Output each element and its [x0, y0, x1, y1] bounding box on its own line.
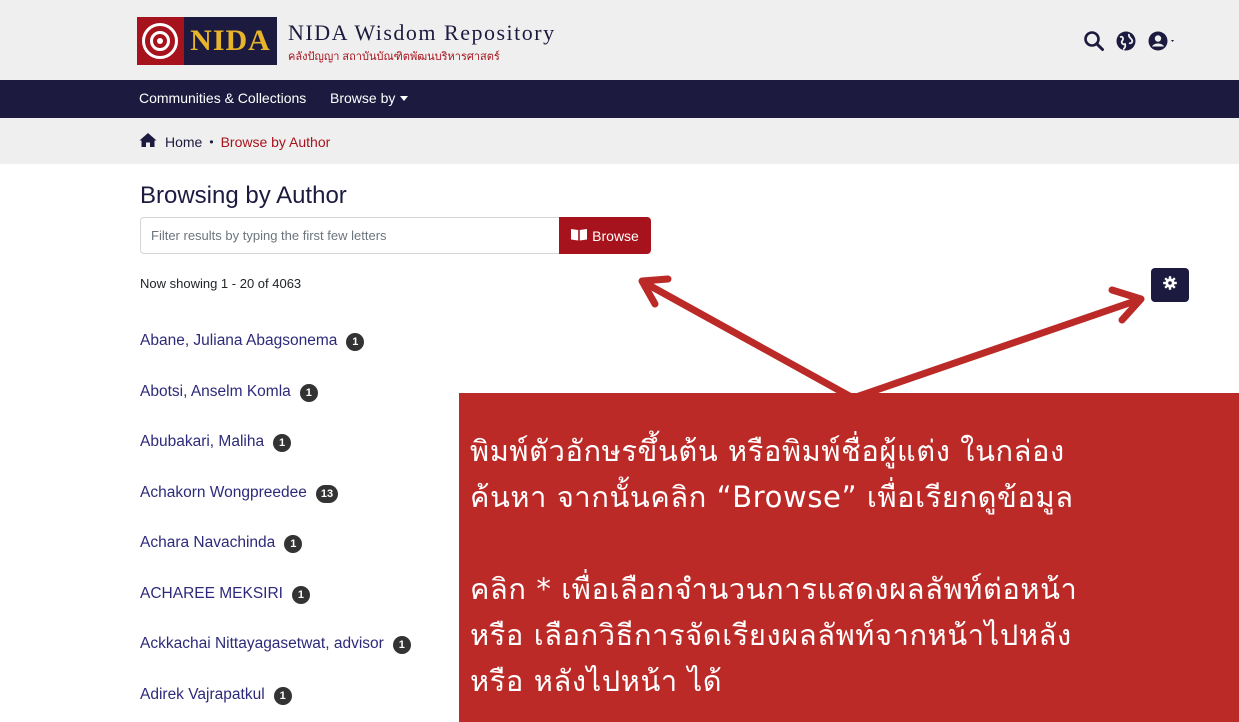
results-count: Now showing 1 - 20 of 4063: [140, 276, 302, 291]
logo-wordmark: NIDA: [184, 17, 277, 65]
count-badge: 1: [273, 434, 292, 452]
nav-browse-by-label: Browse by: [330, 90, 396, 106]
nida-logo[interactable]: NIDA: [137, 17, 277, 65]
author-link[interactable]: Abotsi, Anselm Komla: [140, 383, 291, 401]
count-badge: 1: [284, 535, 303, 553]
list-item: Abane, Juliana Abagsonema 1: [140, 332, 411, 383]
annotation-line: หรือ เลือกวิธีการจัดเรียงผลลัพท์จากหน้าไ…: [470, 618, 1072, 652]
breadcrumb-current: Browse by Author: [220, 133, 331, 150]
author-link[interactable]: Ackkachai Nittayagasetwat, advisor: [140, 635, 384, 653]
nav-communities-collections[interactable]: Communities & Collections: [139, 90, 306, 106]
annotation-line: คลิก * เพื่อเลือกจำนวนการแสดงผลลัพท์ต่อห…: [470, 572, 1078, 606]
author-list: Abane, Juliana Abagsonema 1 Abotsi, Ansel…: [140, 332, 411, 722]
list-item: Abubakari, Maliha 1: [140, 433, 411, 484]
globe-icon[interactable]: [1115, 30, 1137, 52]
site-subtitle: คลังปัญญา สถาบันบัณฑิตพัฒนบริหารศาสตร์: [288, 51, 500, 63]
author-link[interactable]: Abubakari, Maliha: [140, 433, 264, 451]
author-link[interactable]: Adirek Vajrapatkul: [140, 686, 265, 704]
annotation-line: ค้นหา จากนั้นคลิก “Browse” เพื่อเรียกดูข…: [470, 480, 1074, 514]
page-title: Browsing by Author: [140, 182, 347, 209]
nida-seal-icon: [137, 17, 184, 65]
list-item: Achakorn Wongpreedee 13: [140, 484, 411, 535]
author-link[interactable]: Achara Navachinda: [140, 534, 275, 552]
author-link[interactable]: Achakorn Wongpreedee: [140, 484, 307, 502]
search-icon[interactable]: [1083, 30, 1105, 52]
author-filter-input[interactable]: [140, 217, 559, 254]
nav-browse-by[interactable]: Browse by: [330, 90, 409, 106]
list-item: Ackkachai Nittayagasetwat, advisor 1: [140, 635, 411, 686]
list-item: Adirek Vajrapatkul 1: [140, 686, 411, 722]
annotation-line: หรือ หลังไปหน้า ได้: [470, 664, 723, 698]
book-open-icon: [571, 228, 588, 244]
count-badge: 1: [273, 686, 292, 705]
count-badge: 1: [291, 585, 310, 604]
count-badge: 1: [392, 636, 411, 654]
settings-button[interactable]: [1151, 268, 1189, 302]
list-item: ACHAREE MEKSIRI 1: [140, 585, 411, 636]
gear-icon: [1163, 275, 1177, 295]
list-item: Achara Navachinda 1: [140, 534, 411, 585]
author-link[interactable]: Abane, Juliana Abagsonema: [140, 332, 337, 350]
author-link[interactable]: ACHAREE MEKSIRI: [140, 585, 283, 603]
chevron-down-icon: [400, 96, 409, 101]
main-nav: Communities & Collections Browse by: [0, 80, 1239, 118]
breadcrumb: Home • Browse by Author: [0, 118, 1239, 164]
count-badge: 1: [299, 383, 318, 402]
browse-button-label: Browse: [592, 227, 639, 244]
breadcrumb-separator: •: [209, 134, 214, 149]
annotation-line: พิมพ์ตัวอักษรขึ้นต้น หรือพิมพ์ชื่อผู้แต่…: [470, 434, 1065, 468]
home-icon[interactable]: [139, 132, 157, 151]
count-badge: 13: [315, 484, 339, 503]
breadcrumb-home[interactable]: Home: [165, 134, 202, 150]
count-badge: 1: [346, 333, 365, 351]
site-header: NIDA NIDA Wisdom Repository คลังปัญญา สถ…: [0, 0, 1239, 80]
list-item: Abotsi, Anselm Komla 1: [140, 383, 411, 434]
header-actions: [1083, 30, 1177, 52]
browse-button[interactable]: Browse: [559, 217, 651, 254]
user-menu-icon[interactable]: [1147, 30, 1177, 52]
site-title: NIDA Wisdom Repository: [288, 20, 556, 45]
